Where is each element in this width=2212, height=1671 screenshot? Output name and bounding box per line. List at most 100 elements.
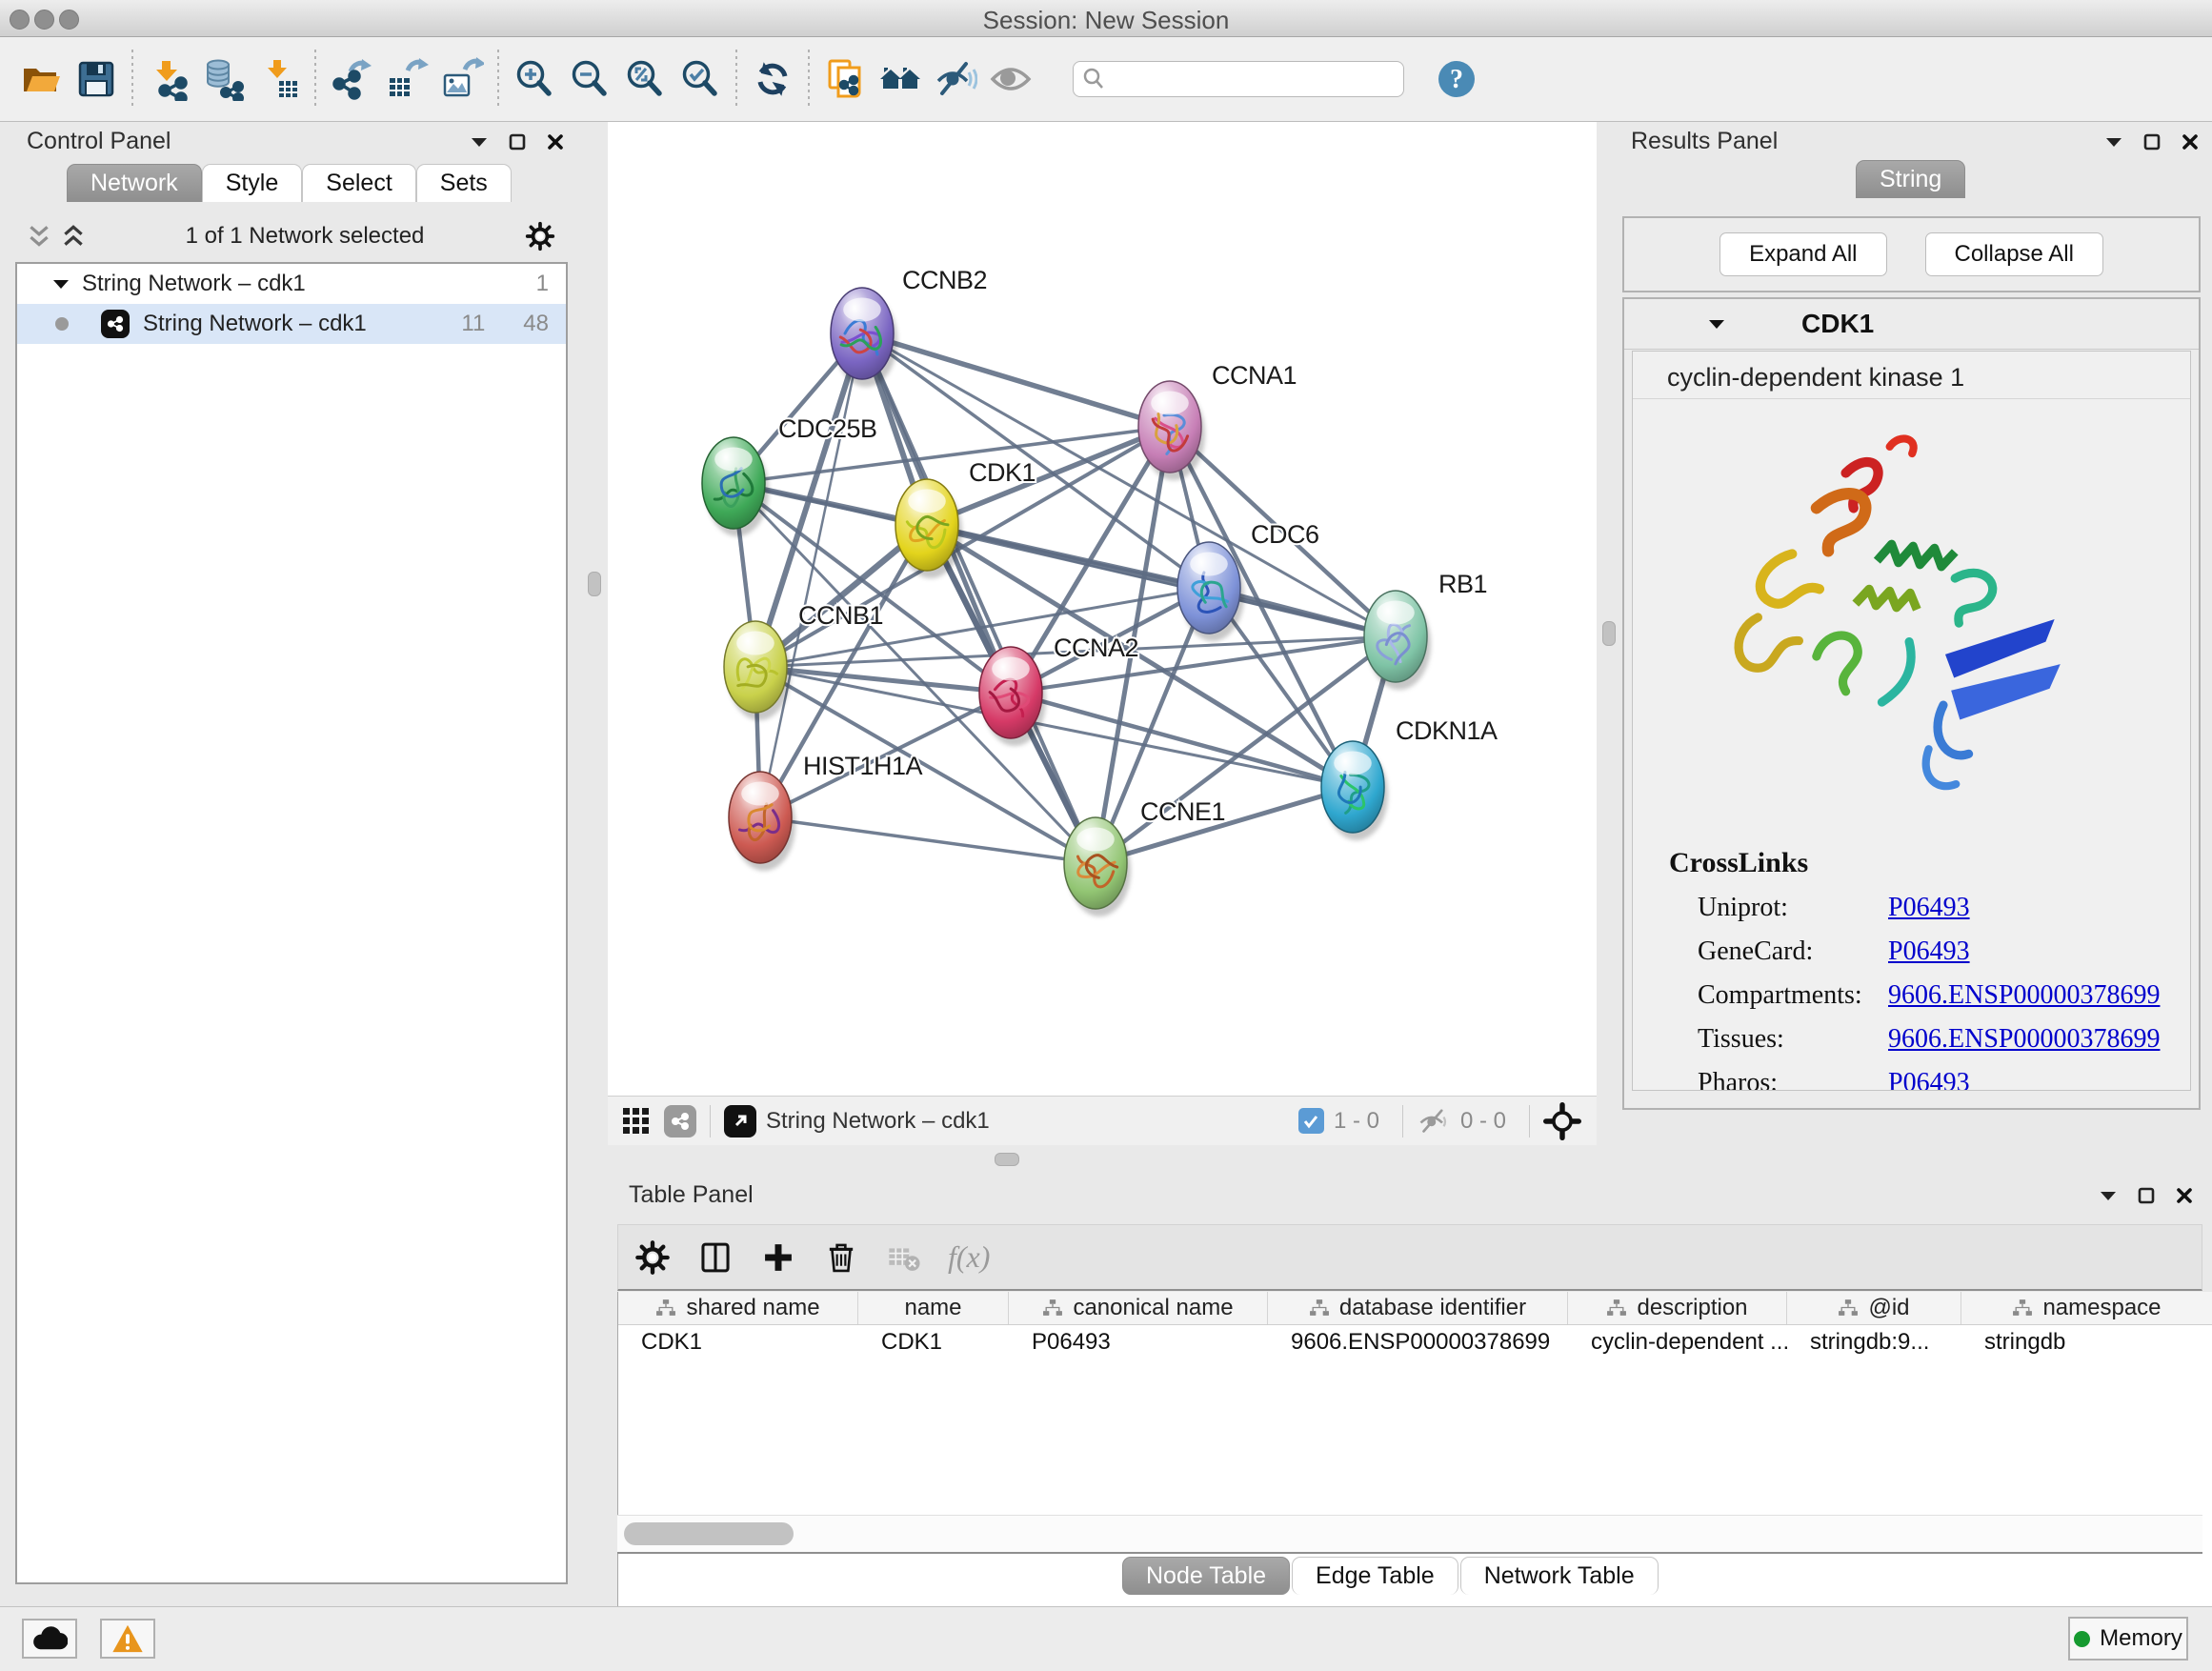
close-panel-icon[interactable] [2182, 133, 2199, 151]
bottom-splitter-handle[interactable] [995, 1153, 1019, 1166]
close-panel-icon[interactable] [547, 133, 564, 151]
network-canvas[interactable]: CCNB2CCNA1CDC25BCDK1CDC6RB1CCNB1CCNA2CDK… [608, 122, 1597, 1096]
tab-sets[interactable]: Sets [416, 164, 512, 202]
network-node[interactable] [831, 288, 897, 387]
network-options-gear-icon[interactable] [524, 220, 556, 252]
titlebar: Session: New Session [0, 0, 2212, 37]
warnings-button[interactable] [100, 1619, 155, 1659]
network-node[interactable] [1364, 591, 1431, 690]
network-share-icon[interactable] [664, 1105, 696, 1137]
table-header-database-identifier[interactable]: database identifier [1268, 1292, 1568, 1324]
import-table-button[interactable] [251, 52, 307, 106]
toolbar-separator [735, 50, 737, 109]
results-panel: Results Panel String Expand All Collapse… [1619, 122, 2212, 1174]
show-grid-icon[interactable] [623, 1108, 649, 1134]
hide-selection-button[interactable] [928, 52, 983, 106]
network-edge[interactable] [760, 333, 862, 817]
zoom-selected-button[interactable] [673, 52, 728, 106]
table-header-shared-name[interactable]: shared name [618, 1292, 858, 1324]
memory-button[interactable]: Memory [2068, 1617, 2188, 1661]
first-neighbors-button[interactable] [873, 52, 928, 106]
crosslink-value-link[interactable]: P06493 [1888, 893, 1970, 923]
tab-edge-table[interactable]: Edge Table [1292, 1557, 1458, 1595]
zoom-in-button[interactable] [507, 52, 562, 106]
scrollbar-thumb[interactable] [624, 1522, 794, 1545]
crosslink-value-link[interactable]: P06493 [1888, 936, 1970, 967]
network-node[interactable] [1321, 741, 1388, 840]
network-edge[interactable] [862, 333, 1170, 427]
network-node[interactable] [729, 772, 795, 871]
table-row[interactable]: CDK1CDK1P064939606.ENSP00000378699cyclin… [618, 1325, 2212, 1359]
table-header--id[interactable]: @id [1787, 1292, 1961, 1324]
network-node[interactable] [724, 621, 791, 720]
delete-column-trash-icon[interactable] [822, 1238, 860, 1277]
collapse-all-tree-icon[interactable] [61, 223, 86, 250]
float-panel-icon[interactable] [2138, 1187, 2155, 1204]
table-header-name[interactable]: name [858, 1292, 1009, 1324]
right-splitter[interactable] [1597, 122, 1619, 1174]
table-header-canonical-name[interactable]: canonical name [1009, 1292, 1268, 1324]
network-row-selected[interactable]: String Network – cdk1 11 48 [17, 304, 566, 344]
selected-count-checkbox[interactable] [1298, 1108, 1324, 1134]
close-panel-icon[interactable] [2176, 1187, 2193, 1204]
birds-eye-view-icon[interactable] [1543, 1102, 1581, 1140]
crosslink-value-link[interactable]: 9606.ENSP00000378699 [1888, 1024, 2160, 1055]
table-horizontal-scrollbar[interactable] [617, 1515, 2202, 1554]
zoom-fit-icon [623, 57, 667, 101]
panel-menu-icon[interactable] [2105, 136, 2122, 148]
network-collection-row[interactable]: String Network – cdk1 1 [17, 264, 566, 304]
left-splitter-handle[interactable] [588, 572, 601, 596]
tab-network-table[interactable]: Network Table [1460, 1557, 1659, 1595]
network-view: CCNB2CCNA1CDC25BCDK1CDC6RB1CCNB1CCNA2CDK… [608, 122, 1597, 1174]
float-panel-icon[interactable] [509, 133, 526, 151]
show-columns-icon[interactable] [696, 1238, 734, 1277]
save-session-button[interactable] [69, 52, 124, 106]
table-header-namespace[interactable]: namespace [1961, 1292, 2212, 1324]
expand-all-tree-icon[interactable] [27, 223, 51, 250]
crosslink-value-link[interactable]: 9606.ENSP00000378699 [1888, 980, 2160, 1011]
network-edge[interactable] [862, 333, 1096, 863]
panel-menu-icon[interactable] [471, 136, 488, 148]
tab-select[interactable]: Select [302, 164, 415, 202]
collapse-all-button[interactable]: Collapse All [1925, 232, 2103, 276]
float-panel-icon[interactable] [2143, 133, 2161, 151]
gene-section-header[interactable]: CDK1 [1624, 299, 2199, 350]
right-splitter-handle[interactable] [1602, 621, 1616, 646]
protein-structure-image [1699, 413, 2109, 822]
refresh-button[interactable] [745, 52, 800, 106]
crosslinks-heading: CrossLinks [1669, 847, 2190, 879]
network-node[interactable] [979, 647, 1046, 746]
network-selection-summary: 1 of 1 Network selected [86, 223, 524, 250]
tab-node-table[interactable]: Node Table [1122, 1557, 1290, 1595]
tab-string[interactable]: String [1856, 160, 1965, 198]
import-network-button[interactable] [141, 52, 196, 106]
table-settings-gear-icon[interactable] [633, 1238, 672, 1277]
search-input[interactable] [1106, 66, 1396, 92]
import-network-from-database-button[interactable] [196, 52, 251, 106]
show-all-button[interactable] [983, 52, 1038, 106]
help-button[interactable]: ? [1429, 52, 1484, 106]
expand-all-button[interactable]: Expand All [1719, 232, 1886, 276]
zoom-fit-button[interactable] [617, 52, 673, 106]
new-network-from-selection-button[interactable] [817, 52, 873, 106]
network-node[interactable] [1064, 817, 1131, 916]
network-edge[interactable] [760, 817, 1096, 863]
export-table-button[interactable] [379, 52, 434, 106]
zoom-out-button[interactable] [562, 52, 617, 106]
open-session-button[interactable] [13, 52, 69, 106]
export-image-button[interactable] [434, 52, 490, 106]
tab-network[interactable]: Network [67, 164, 202, 202]
detach-view-icon[interactable] [724, 1105, 756, 1137]
cloud-button[interactable] [22, 1619, 77, 1659]
crosslink-value-link[interactable]: P06493 [1888, 1068, 1970, 1091]
tab-style[interactable]: Style [202, 164, 303, 202]
table-header-description[interactable]: description [1568, 1292, 1787, 1324]
collapse-arrow-icon[interactable] [53, 279, 69, 290]
export-network-button[interactable] [324, 52, 379, 106]
add-column-icon[interactable] [759, 1238, 797, 1277]
panel-menu-icon[interactable] [2100, 1190, 2117, 1201]
left-splitter[interactable] [579, 122, 608, 1606]
collapse-section-icon[interactable] [1708, 318, 1725, 330]
network-list: String Network – cdk1 1 String Network –… [15, 262, 568, 1584]
network-list-toolbar: 1 of 1 Network selected [15, 214, 564, 258]
